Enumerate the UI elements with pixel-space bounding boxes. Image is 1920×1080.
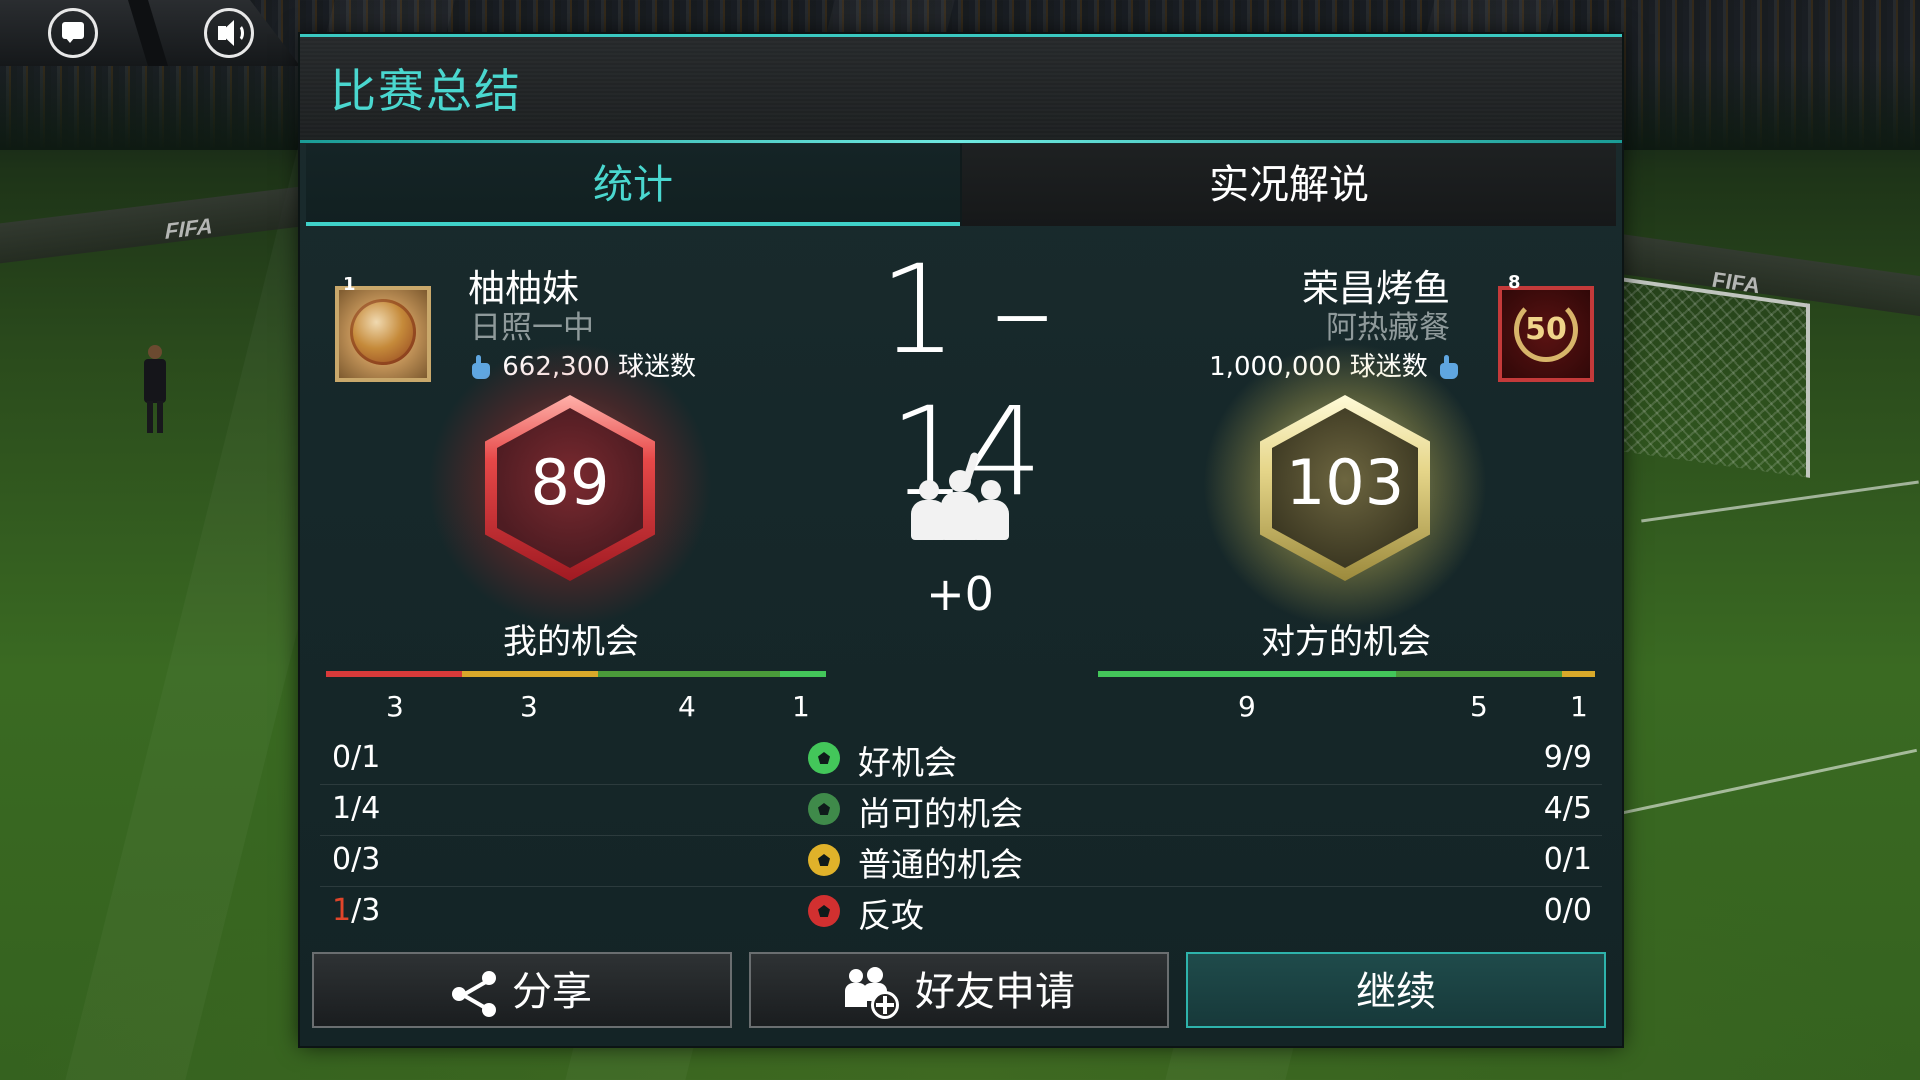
away-chance-value: 103 — [1285, 446, 1405, 519]
share-label: 分享 — [512, 969, 592, 1015]
away-stat: 0/0 — [1543, 893, 1592, 928]
home-stat: 1/3 — [332, 893, 380, 928]
chat-icon[interactable] — [48, 8, 98, 58]
ball-crest-icon — [350, 299, 416, 365]
stat-row-good-chances: 0/1 好机会 9/9 — [320, 734, 1602, 785]
away-bar-segment — [1098, 671, 1396, 677]
stat-label: 好机会 — [858, 743, 957, 782]
home-stat: 1/4 — [332, 791, 381, 826]
away-chance-hexagon: 103 — [1202, 342, 1488, 628]
tab-bar: 统计 实况解说 — [306, 144, 1616, 226]
away-team-badge: 8 50 — [1498, 272, 1594, 382]
home-chance-label: 我的机会 — [503, 622, 639, 662]
page-title: 比赛总结 — [330, 64, 522, 118]
away-badge-level: 50 — [1525, 312, 1567, 347]
friend-request-label: 好友申请 — [915, 969, 1075, 1015]
tab-commentary[interactable]: 实况解说 — [962, 144, 1616, 226]
yellow-ball-icon — [808, 844, 840, 876]
home-badge-number: 1 — [343, 274, 356, 295]
sound-icon[interactable] — [204, 8, 254, 58]
background-player — [140, 345, 170, 435]
home-bar-segment — [462, 671, 598, 677]
away-bar-count: 1 — [1570, 690, 1588, 723]
home-bar-count: 3 — [520, 690, 538, 723]
crowd-change: +0 — [926, 567, 994, 621]
ad-text-left: FIFA — [165, 213, 213, 244]
home-bar-segment — [598, 671, 780, 677]
home-bar-count: 1 — [792, 690, 810, 723]
away-club-name: 阿热藏餐 — [1326, 310, 1450, 346]
pitch-line — [1641, 480, 1919, 523]
continue-button[interactable]: 继续 — [1186, 952, 1606, 1028]
stat-label: 普通的机会 — [858, 845, 1023, 884]
home-stat: 0/3 — [332, 842, 381, 877]
add-friend-icon — [843, 967, 901, 1021]
friend-request-button[interactable]: 好友申请 — [749, 952, 1169, 1028]
crowd-icon — [905, 451, 1015, 544]
away-stat: 9/9 — [1543, 740, 1592, 775]
away-bar-segment — [1562, 671, 1595, 677]
away-chance-label: 对方的机会 — [1261, 622, 1431, 662]
away-stat: 0/1 — [1543, 842, 1592, 877]
share-icon — [452, 971, 498, 1017]
home-bar-segment — [326, 671, 462, 677]
away-bar-count: 5 — [1470, 690, 1488, 723]
away-bar-segment — [1396, 671, 1562, 677]
stat-label: 尚可的机会 — [858, 794, 1023, 833]
away-bar-count: 9 — [1238, 690, 1256, 723]
stat-row-normal-chances: 0/3 普通的机会 0/1 — [320, 836, 1602, 887]
pitch-line — [1622, 748, 1918, 815]
home-stat-highlight: 1 — [332, 893, 352, 928]
home-club-name: 日照一中 — [470, 310, 594, 346]
share-button[interactable]: 分享 — [312, 952, 732, 1028]
dark-green-ball-icon — [808, 793, 840, 825]
home-chance-value: 89 — [530, 446, 610, 519]
away-stat: 4/5 — [1543, 791, 1592, 826]
top-toolbar — [0, 0, 300, 66]
match-summary-panel: 比赛总结 统计 实况解说 1 柚柚妹 日照一中 662,300 球迷数 1 – … — [300, 34, 1622, 1046]
home-team-badge: 1 — [335, 274, 431, 382]
toolbar-divider — [128, 0, 168, 66]
red-ball-icon — [808, 895, 840, 927]
home-bar-count: 4 — [678, 690, 696, 723]
away-badge-number: 8 — [1508, 272, 1521, 293]
ad-board-left — [0, 186, 300, 264]
home-chance-hexagon: 89 — [427, 342, 713, 628]
home-bar-segment — [780, 671, 826, 677]
home-stat-rest: /3 — [351, 893, 381, 928]
home-bar-count: 3 — [386, 690, 404, 723]
tab-stats[interactable]: 统计 — [306, 144, 960, 226]
home-stat: 0/1 — [332, 740, 381, 775]
stat-label: 反攻 — [858, 896, 924, 935]
panel-titlebar: 比赛总结 — [300, 34, 1622, 143]
stat-row-counter-attacks: 1/3 反攻 0/0 — [320, 887, 1602, 937]
green-ball-icon — [808, 742, 840, 774]
stat-row-fair-chances: 1/4 尚可的机会 4/5 — [320, 785, 1602, 836]
